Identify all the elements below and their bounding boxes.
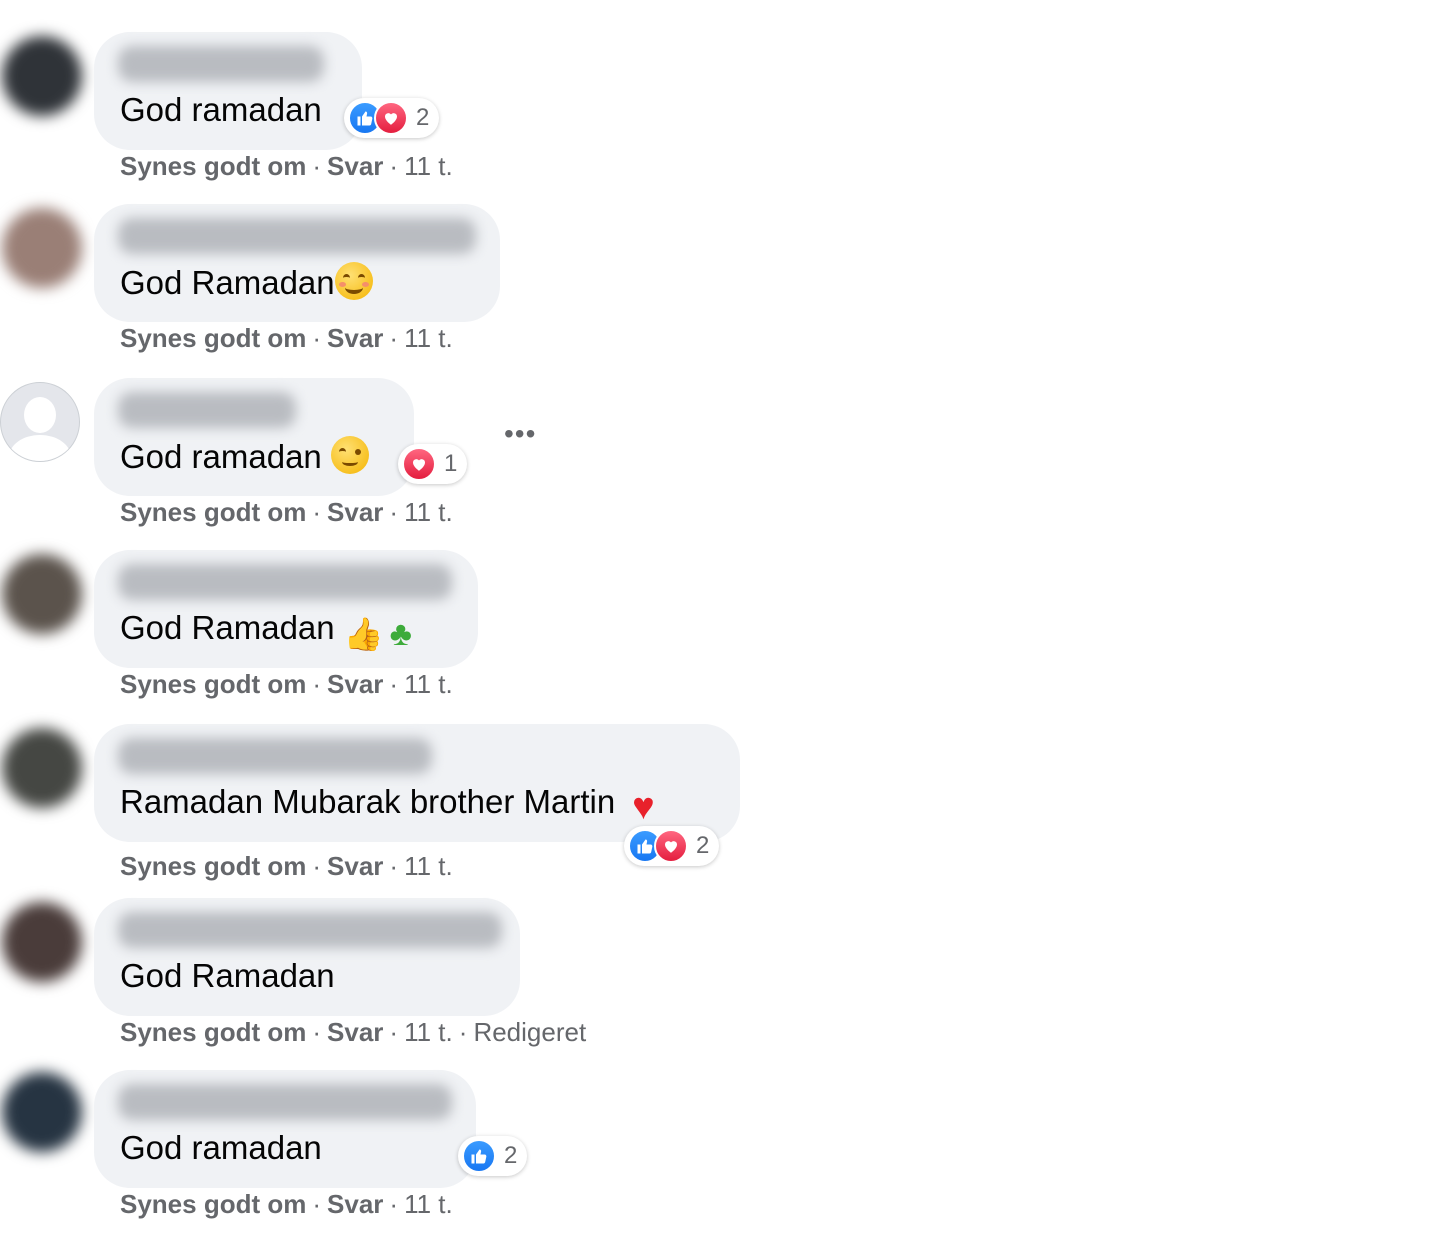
timestamp-link[interactable]: 11 t. [404,151,453,181]
reaction-count: 2 [416,104,430,131]
thumbs-up-emoji: 👍 [343,616,384,652]
comment-text: God Ramadan [120,957,335,994]
like-link[interactable]: Synes godt om [120,1017,306,1047]
like-link[interactable]: Synes godt om [120,669,306,699]
comment-bubble: God Ramadan 👍 ♣ [94,550,478,668]
avatar[interactable] [2,36,82,116]
reaction-summary[interactable]: 1 [398,444,468,484]
more-options-icon[interactable]: ••• [504,418,536,450]
edited-label[interactable]: Redigeret [473,1017,586,1047]
comment: God Ramadan Synes godt om · Svar · 11 t. · Red… [0,890,800,1062]
reaction-summary[interactable]: 2 [344,98,440,138]
like-link[interactable]: Synes godt om [120,151,306,181]
red-heart-emoji: ♥ [632,786,655,828]
comment-actions: Synes godt om · Svar · 11 t. · Redigeret [120,1017,587,1047]
default-avatar-icon[interactable] [0,382,80,462]
author-name[interactable] [118,912,502,948]
comment-bubble: God Ramadan [94,898,520,1016]
comment-actions: Synes godt om · Svar · 11 t. [120,323,453,353]
comment-text: Ramadan Mubarak brother Martin ♥ [120,782,662,826]
comment: God Ramadan Synes godt om · Svar · 11 t. [0,196,800,368]
comment-text: God ramadan [120,1129,322,1166]
comment-actions: Synes godt om · Svar · 11 t. [120,497,453,527]
comment-text: God ramadan [120,91,322,128]
comment-actions: Synes godt om · Svar · 11 t. [120,151,453,181]
reply-link[interactable]: Svar [327,151,383,181]
comment-bubble: God Ramadan [94,204,500,322]
love-reaction-icon [374,101,408,135]
like-link[interactable]: Synes godt om [120,851,306,881]
reply-link[interactable]: Svar [327,1017,383,1047]
reply-link[interactable]: Svar [327,323,383,353]
winking-face-emoji [330,436,369,474]
like-link[interactable]: Synes godt om [120,323,306,353]
comment-bubble: Ramadan Mubarak brother Martin ♥ [94,724,740,842]
timestamp-link[interactable]: 11 t. [404,669,453,699]
comment-bubble: God ramadan [94,378,414,496]
comment-bubble: God ramadan [94,1070,476,1188]
comment-actions: Synes godt om · Svar · 11 t. [120,1189,453,1219]
reply-link[interactable]: Svar [327,851,383,881]
timestamp-link[interactable]: 11 t. [404,851,453,881]
comment: God ramadan 2 Synes godt om · Svar · 11 t. [0,1062,800,1234]
avatar[interactable] [2,728,82,808]
author-name[interactable] [118,218,476,254]
comment-bubble: God ramadan [94,32,362,150]
comment: God ramadan 2 Synes godt om · Svar · 11 t. [0,24,800,196]
reaction-summary[interactable]: 2 [624,826,720,866]
timestamp-link[interactable]: 11 t. [404,497,453,527]
timestamp-link[interactable]: 11 t. [404,1017,453,1047]
love-reaction-icon [654,829,688,863]
comment: God ramadan 1 ••• Synes godt om · Svar · 11 … [0,370,800,542]
author-name[interactable] [118,46,324,82]
comment-text: God ramadan [120,436,369,477]
smiling-face-emoji [334,262,373,300]
reaction-count: 1 [444,450,458,477]
reply-link[interactable]: Svar [327,669,383,699]
avatar[interactable] [2,554,82,634]
reply-link[interactable]: Svar [327,1189,383,1219]
timestamp-link[interactable]: 11 t. [404,1189,453,1219]
like-link[interactable]: Synes godt om [120,497,306,527]
reaction-count: 2 [696,832,710,859]
avatar[interactable] [2,902,82,982]
four-leaf-clover-emoji: ♣ [389,615,412,653]
reply-link[interactable]: Svar [327,497,383,527]
like-link[interactable]: Synes godt om [120,1189,306,1219]
avatar[interactable] [2,208,82,288]
author-name[interactable] [118,1084,452,1120]
love-reaction-icon [402,447,436,481]
timestamp-link[interactable]: 11 t. [404,323,453,353]
author-name[interactable] [118,738,432,774]
comment-text: God Ramadan 👍 ♣ [120,608,420,653]
comment-actions: Synes godt om · Svar · 11 t. [120,851,453,881]
comment-text: God Ramadan [120,262,373,303]
author-name[interactable] [118,564,452,600]
like-reaction-icon [462,1139,496,1173]
author-name[interactable] [118,392,296,428]
comment: Ramadan Mubarak brother Martin ♥ 2 Synes… [0,716,800,888]
comment: God Ramadan 👍 ♣ Synes godt om · Svar · 11 t. [0,542,800,714]
avatar[interactable] [2,1072,82,1152]
comment-actions: Synes godt om · Svar · 11 t. [120,669,453,699]
reaction-summary[interactable]: 2 [458,1136,528,1176]
reaction-count: 2 [504,1142,518,1169]
